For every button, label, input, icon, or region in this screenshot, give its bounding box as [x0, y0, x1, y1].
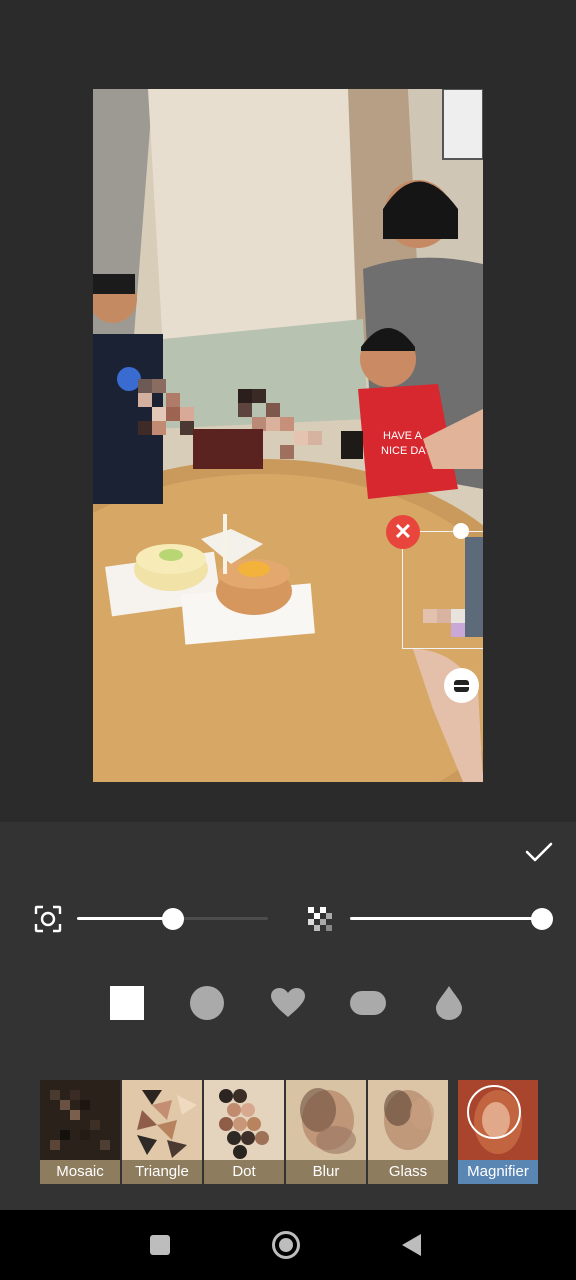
- resize-handle-icon[interactable]: [444, 668, 479, 703]
- home-icon[interactable]: [266, 1225, 306, 1265]
- shape-rounded-rect-button[interactable]: [350, 985, 386, 1021]
- close-icon[interactable]: ✕: [386, 515, 420, 549]
- selection-rotate-handle[interactable]: [453, 523, 469, 539]
- system-navigation-bar: [0, 1210, 576, 1280]
- effect-label: Magnifier: [458, 1160, 538, 1184]
- intensity-slider[interactable]: [350, 917, 542, 920]
- effect-magnifier[interactable]: Magnifier: [458, 1080, 538, 1184]
- check-icon[interactable]: [520, 834, 558, 870]
- shape-drop-button[interactable]: [431, 985, 467, 1021]
- photo-canvas[interactable]: HAVE A NICE DAY: [93, 89, 483, 782]
- brush-size-slider-thumb[interactable]: [161, 908, 184, 930]
- effects-strip: Mosaic Triangle Dot Blur Glass Magnifier: [40, 1080, 540, 1184]
- effect-triangle[interactable]: Triangle: [122, 1080, 202, 1184]
- svg-text:HAVE A: HAVE A: [383, 430, 423, 442]
- effect-label: Glass: [368, 1160, 448, 1184]
- selection-frame[interactable]: [402, 531, 483, 649]
- checker-icon: [304, 903, 336, 935]
- back-icon[interactable]: [392, 1225, 432, 1265]
- effect-label: Blur: [286, 1160, 366, 1184]
- canvas-area: HAVE A NICE DAY ✕: [0, 0, 576, 822]
- effect-label: Triangle: [122, 1160, 202, 1184]
- effect-blur[interactable]: Blur: [286, 1080, 366, 1184]
- recents-icon[interactable]: [140, 1225, 180, 1265]
- shape-heart-button[interactable]: [270, 985, 306, 1021]
- effect-dot[interactable]: Dot: [204, 1080, 284, 1184]
- effect-label: Dot: [204, 1160, 284, 1184]
- effect-mosaic[interactable]: Mosaic: [40, 1080, 120, 1184]
- effect-label: Mosaic: [40, 1160, 120, 1184]
- shape-square-button[interactable]: [109, 985, 145, 1021]
- intensity-slider-thumb[interactable]: [531, 908, 553, 930]
- effect-glass[interactable]: Glass: [368, 1080, 448, 1184]
- focus-icon: [32, 903, 64, 935]
- svg-text:NICE DAY: NICE DAY: [381, 445, 433, 457]
- shape-circle-button[interactable]: [189, 985, 225, 1021]
